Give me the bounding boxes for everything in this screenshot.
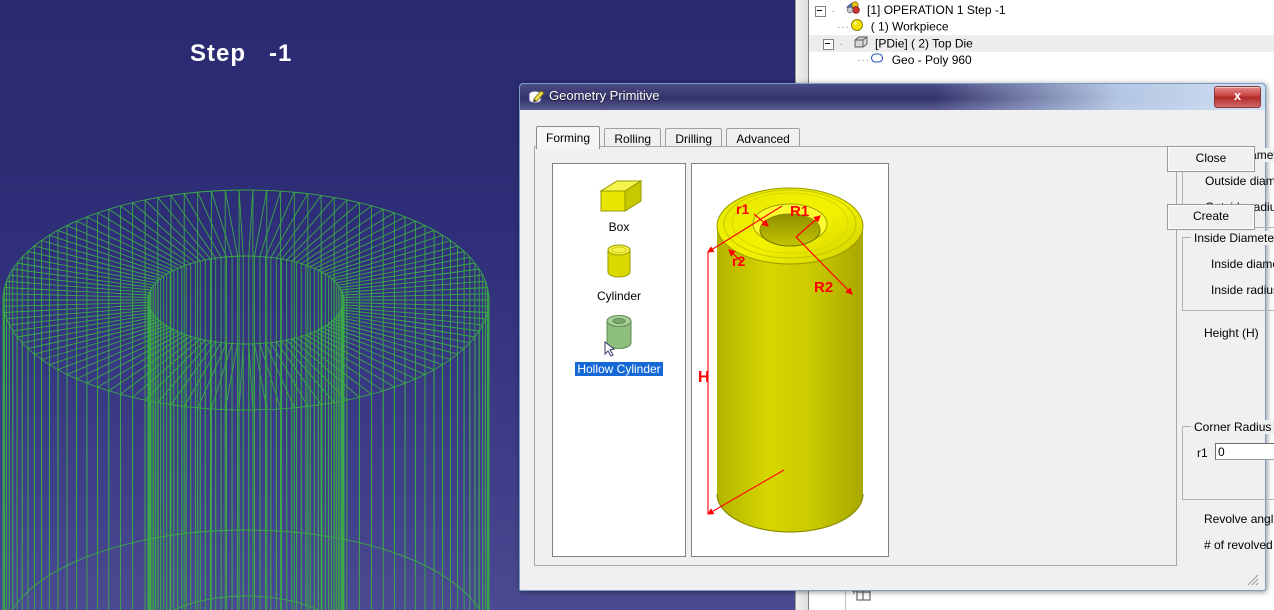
svg-text:r1: r1 bbox=[736, 201, 749, 217]
grid-icon bbox=[852, 589, 871, 601]
group-title: Inside Diameter bbox=[1191, 231, 1274, 245]
dialog-status-strip bbox=[522, 574, 1263, 588]
tree-row-top-die[interactable]: · [PDie] ( 2) Top Die bbox=[809, 35, 1274, 52]
dialog-title: Geometry Primitive bbox=[549, 88, 660, 103]
resize-grip-icon[interactable] bbox=[1247, 574, 1259, 586]
svg-text:H: H bbox=[698, 369, 710, 386]
tree-row[interactable]: · [1] OPERATION 1 Step -1 bbox=[809, 1, 1274, 18]
tree-expander-icon[interactable] bbox=[823, 39, 834, 50]
forming-tab-panel: Box Cylinder Hollow Cylinder R1 R2 r1 r2… bbox=[534, 146, 1177, 566]
tree-row-partial[interactable] bbox=[808, 589, 1274, 610]
close-button[interactable]: Close bbox=[1167, 146, 1255, 172]
tree-connector: · bbox=[831, 5, 836, 17]
inside-diameter-group: Inside Diameter Inside diameter(2R1) Ins… bbox=[1182, 231, 1274, 311]
primitive-preview: R1 R2 r1 r2 H bbox=[691, 163, 889, 557]
hollow-cylinder-diagram: R1 R2 r1 r2 H bbox=[698, 187, 864, 533]
dialog-body: Forming Rolling Drilling Advanced Box Cy… bbox=[522, 112, 1274, 576]
inside-radius-label: Inside radius (R1) bbox=[1211, 283, 1274, 297]
list-item-cylinder[interactable]: Cylinder bbox=[553, 234, 685, 303]
corner-r1-label: r1 bbox=[1197, 446, 1208, 460]
list-item-label: Box bbox=[608, 220, 630, 234]
tree-item-label: [PDie] ( 2) Top Die bbox=[875, 36, 973, 51]
cylinder-3d-icon bbox=[607, 244, 631, 278]
tab-forming[interactable]: Forming bbox=[536, 126, 601, 149]
cylinder-pencil-icon bbox=[527, 88, 545, 106]
list-item-label: Hollow Cylinder bbox=[575, 362, 663, 376]
svg-text:R2: R2 bbox=[814, 279, 833, 296]
step-label: Step -1 bbox=[190, 40, 293, 67]
dialog-titlebar[interactable]: Geometry Primitive x bbox=[520, 84, 1265, 110]
height-label: Height (H) bbox=[1204, 326, 1259, 340]
svg-text:r2: r2 bbox=[732, 253, 745, 269]
tree-connector: ··· bbox=[837, 22, 850, 33]
revolve-angle-label: Revolve angle bbox=[1204, 512, 1274, 526]
list-item-box[interactable]: Box bbox=[553, 164, 685, 234]
tree-connector: · bbox=[839, 39, 844, 50]
primitive-type-list[interactable]: Box Cylinder Hollow Cylinder bbox=[552, 163, 686, 557]
close-window-button[interactable]: x bbox=[1214, 86, 1261, 108]
create-button[interactable]: Create bbox=[1167, 204, 1255, 230]
corner-radius-group: Corner Radius r1 r2 bbox=[1182, 420, 1274, 500]
tab-bar[interactable]: Forming Rolling Drilling Advanced bbox=[536, 126, 801, 149]
geometry-icon bbox=[870, 52, 885, 69]
box-3d-icon bbox=[599, 180, 643, 212]
dialog-action-buttons: Close Create bbox=[1167, 146, 1255, 230]
tree-item-label: Geo - Poly 960 bbox=[891, 53, 972, 67]
corner-r1-input[interactable] bbox=[1215, 443, 1274, 460]
group-title: Corner Radius bbox=[1191, 420, 1274, 434]
revolved-sections-label: # of revolved sections bbox=[1204, 538, 1274, 552]
tree-row[interactable]: ··· ( 1) Workpiece bbox=[809, 18, 1274, 35]
svg-text:R1: R1 bbox=[790, 203, 809, 220]
hollow-cylinder-3d-icon bbox=[604, 315, 632, 357]
list-item-label: Cylinder bbox=[596, 289, 641, 303]
tree-item-label: [1] OPERATION 1 Step -1 bbox=[867, 3, 1006, 18]
geometry-primitive-dialog[interactable]: Geometry Primitive x Forming Rolling Dri… bbox=[519, 83, 1274, 591]
tree-expander-icon[interactable] bbox=[815, 5, 826, 17]
tree-item-label: ( 1) Workpiece bbox=[870, 19, 949, 34]
inside-diameter-label: Inside diameter(2R1) bbox=[1211, 257, 1274, 271]
list-item-hollow-cylinder[interactable]: Hollow Cylinder bbox=[553, 303, 685, 376]
tree-connector: ··· bbox=[857, 55, 870, 67]
tree-row[interactable]: ··· Geo - Poly 960 bbox=[809, 52, 1274, 69]
